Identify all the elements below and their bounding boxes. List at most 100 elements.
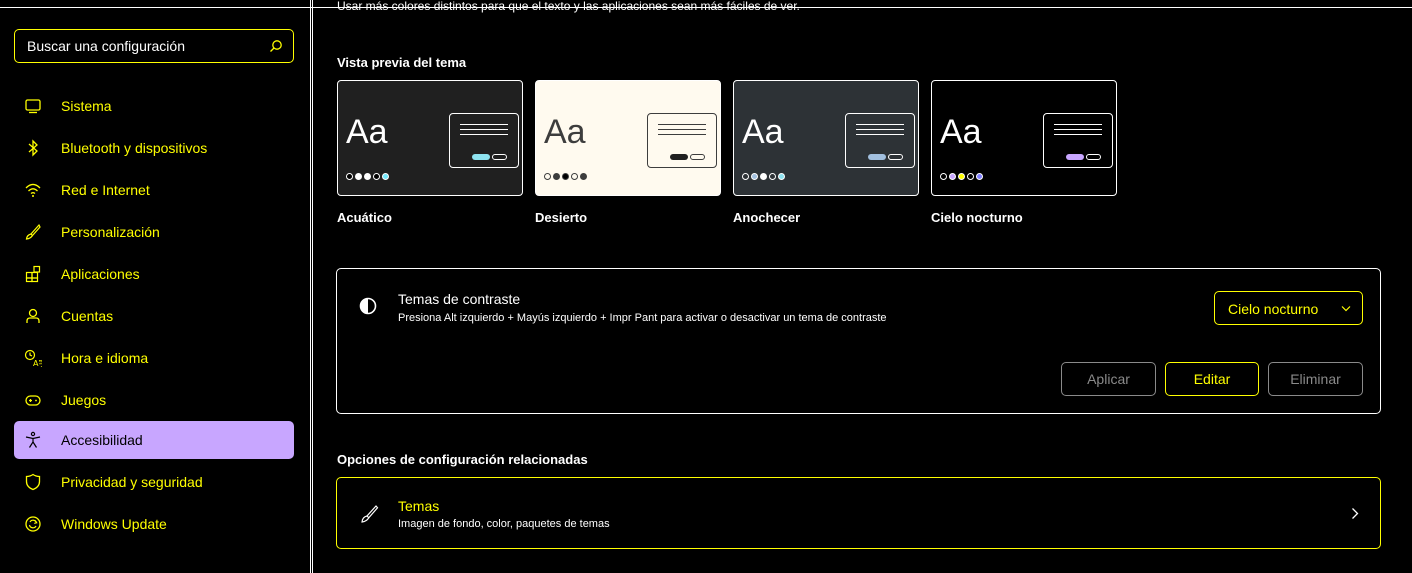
sidebar-item-label: Hora e idioma xyxy=(61,350,149,366)
theme-sample-text: Aa xyxy=(940,113,982,151)
sidebar-item-windows-update[interactable]: Windows Update xyxy=(14,505,294,543)
preview-button-secondary xyxy=(1086,154,1101,160)
preview-button-secondary xyxy=(888,154,903,160)
preview-text-line xyxy=(856,124,904,125)
theme-color-dot xyxy=(967,173,974,180)
theme-color-dots xyxy=(544,167,589,180)
sidebar-item-label: Privacidad y seguridad xyxy=(61,474,203,490)
wifi-icon xyxy=(25,183,41,197)
preview-button-secondary xyxy=(492,154,507,160)
theme-preview-card[interactable]: Aa xyxy=(733,80,919,196)
theme-color-dot xyxy=(742,173,749,180)
edit-button[interactable]: Editar xyxy=(1165,362,1259,396)
theme-preview-card[interactable]: Aa xyxy=(337,80,523,196)
sidebar-item-label: Red e Internet xyxy=(61,182,150,198)
preview-text-line xyxy=(658,124,706,125)
related-setting-temas[interactable]: Temas Imagen de fondo, color, paquetes d… xyxy=(336,477,1381,549)
sidebar-item-label: Juegos xyxy=(61,392,107,408)
sidebar: Buscar una configuración Sistema Bluetoo… xyxy=(0,0,310,573)
sidebar-item-label: Accesibilidad xyxy=(61,432,143,448)
theme-color-dot xyxy=(346,173,353,180)
apply-button[interactable]: Aplicar xyxy=(1061,362,1156,396)
sidebar-item-label: Aplicaciones xyxy=(61,266,140,282)
theme-color-dots xyxy=(940,167,985,180)
theme-color-dot xyxy=(580,173,587,180)
sidebar-item-accesibilidad[interactable]: Accesibilidad xyxy=(14,421,294,459)
contrast-theme-selected: Cielo nocturno xyxy=(1228,301,1319,317)
sidebar-divider xyxy=(310,0,313,573)
preview-text-line xyxy=(658,134,706,135)
theme-color-dot xyxy=(976,173,983,180)
preview-button-primary xyxy=(1066,154,1084,160)
sidebar-item-aplicaciones[interactable]: Aplicaciones xyxy=(14,255,294,293)
theme-color-dots xyxy=(742,167,787,180)
sidebar-item-hora-idioma[interactable]: A字 Hora e idioma xyxy=(14,339,294,377)
theme-color-dot xyxy=(373,173,380,180)
sidebar-item-juegos[interactable]: Juegos xyxy=(14,381,294,419)
theme-color-dot xyxy=(355,173,362,180)
sidebar-item-cuentas[interactable]: Cuentas xyxy=(14,297,294,335)
theme-color-dot xyxy=(562,173,569,180)
theme-color-dot xyxy=(940,173,947,180)
preview-text-line xyxy=(1054,124,1102,125)
sidebar-item-label: Sistema xyxy=(61,98,112,114)
preview-button-primary xyxy=(670,154,688,160)
contrast-themes-description: Presiona Alt izquierdo + Mayús izquierdo… xyxy=(398,312,887,324)
theme-name-label: Cielo nocturno xyxy=(931,210,1023,225)
contrast-theme-dropdown[interactable]: Cielo nocturno xyxy=(1214,291,1363,325)
theme-window-preview xyxy=(1043,113,1113,168)
svg-text:A字: A字 xyxy=(33,358,42,367)
bluetooth-icon xyxy=(28,139,38,157)
theme-color-dot xyxy=(382,173,389,180)
theme-preview-card[interactable]: Aa xyxy=(535,80,721,196)
search-input[interactable]: Buscar una configuración xyxy=(14,29,294,63)
preview-text-line xyxy=(856,134,904,135)
preview-button-primary xyxy=(472,154,490,160)
preview-text-line xyxy=(1054,134,1102,135)
preview-text-line xyxy=(658,129,706,130)
contrast-icon xyxy=(359,297,377,315)
theme-name-label: Desierto xyxy=(535,210,588,225)
theme-sample-text: Aa xyxy=(742,113,784,151)
chevron-right-icon xyxy=(1352,508,1359,519)
theme-color-dot xyxy=(571,173,578,180)
monitor-icon xyxy=(25,99,41,114)
theme-sample-text: Aa xyxy=(544,113,586,151)
sidebar-item-sistema[interactable]: Sistema xyxy=(14,87,294,125)
theme-name-label: Anochecer xyxy=(733,210,801,225)
gamepad-icon xyxy=(25,395,41,406)
theme-color-dot xyxy=(553,173,560,180)
theme-color-dot xyxy=(958,173,965,180)
brush-icon xyxy=(25,223,41,240)
related-setting-title: Temas xyxy=(398,498,440,514)
theme-color-dot xyxy=(544,173,551,180)
sidebar-item-privacidad[interactable]: Privacidad y seguridad xyxy=(14,463,294,501)
theme-color-dot xyxy=(760,173,767,180)
related-setting-description: Imagen de fondo, color, paquetes de tema… xyxy=(398,518,610,530)
delete-button[interactable]: Eliminar xyxy=(1268,362,1363,396)
theme-window-preview xyxy=(845,113,915,168)
search-icon[interactable] xyxy=(269,39,283,53)
preview-text-line xyxy=(460,129,508,130)
sidebar-item-bluetooth[interactable]: Bluetooth y dispositivos xyxy=(14,129,294,167)
sidebar-item-personalizacion[interactable]: Personalización xyxy=(14,213,294,251)
sidebar-item-label: Bluetooth y dispositivos xyxy=(61,140,208,156)
update-icon xyxy=(25,516,41,532)
theme-preview-card[interactable]: Aa xyxy=(931,80,1117,196)
theme-window-preview xyxy=(449,113,519,168)
person-icon xyxy=(26,308,40,323)
theme-color-dot xyxy=(949,173,956,180)
theme-sample-text: Aa xyxy=(346,113,388,151)
preview-text-line xyxy=(1054,129,1102,130)
accessibility-icon xyxy=(25,431,41,448)
preview-text-line xyxy=(460,134,508,135)
apps-icon xyxy=(25,265,41,283)
preview-text-line xyxy=(460,124,508,125)
sidebar-item-label: Windows Update xyxy=(61,516,167,532)
theme-color-dot xyxy=(751,173,758,180)
contrast-themes-panel: Temas de contraste Presiona Alt izquierd… xyxy=(336,268,1381,414)
contrast-themes-title: Temas de contraste xyxy=(398,291,521,307)
sidebar-item-red[interactable]: Red e Internet xyxy=(14,171,294,209)
high-contrast-description: Usar más colores distintos para que el t… xyxy=(337,0,800,13)
theme-color-dot xyxy=(778,173,785,180)
